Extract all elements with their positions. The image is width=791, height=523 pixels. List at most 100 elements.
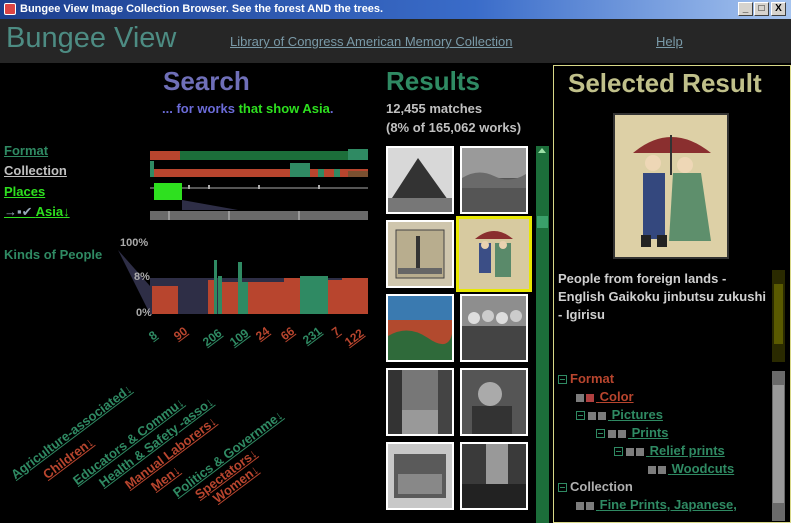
tree-item-prints[interactable]: Prints: [596, 425, 668, 440]
tree-item-label: Prints: [631, 425, 669, 440]
help-link[interactable]: Help: [656, 34, 683, 49]
asia-path-icon: →▪✔: [4, 204, 33, 219]
checkbox-icon[interactable]: [576, 393, 584, 402]
thumbnail-image: [462, 148, 526, 212]
checkbox-icon[interactable]: [636, 447, 644, 456]
result-thumbnail[interactable]: [460, 442, 528, 510]
results-count: 12,455 matches: [386, 101, 483, 116]
count-label: 206: [200, 325, 225, 350]
histogram-bar[interactable]: [218, 276, 222, 314]
tree-item-label: Color: [599, 389, 634, 404]
histogram-bar[interactable]: [242, 282, 248, 314]
result-thumbnail[interactable]: [460, 146, 528, 214]
results-scrollbar[interactable]: [536, 146, 549, 523]
histogram-bar[interactable]: [248, 282, 284, 314]
places-bar-selected: [154, 183, 182, 200]
tree-item-pictures[interactable]: Pictures: [576, 407, 663, 422]
result-thumbnail[interactable]: [386, 146, 454, 214]
result-thumbnail[interactable]: [386, 368, 454, 436]
tree-scrollbar[interactable]: [772, 371, 785, 521]
result-thumbnail[interactable]: [460, 294, 528, 362]
format-bar-segment: [150, 151, 180, 160]
facet-asia[interactable]: →▪✔ Asia↓: [4, 204, 70, 220]
tree-toggle-icon[interactable]: [558, 375, 567, 385]
result-thumbnail[interactable]: [386, 220, 454, 288]
asia-bar-tick: [298, 211, 300, 220]
places-bar-tick: [258, 185, 260, 189]
minimize-button[interactable]: _: [738, 2, 753, 16]
checkbox-icon[interactable]: [618, 429, 626, 438]
histogram-bar[interactable]: [178, 282, 208, 314]
tree-item-collection[interactable]: Collection: [558, 479, 633, 494]
result-thumbnail[interactable]: [386, 442, 454, 510]
checkbox-icon[interactable]: [576, 501, 584, 510]
tree-scrollbar-thumb[interactable]: [773, 385, 784, 503]
description-scrollbar-thumb[interactable]: [774, 284, 783, 344]
histogram-bar[interactable]: [342, 278, 368, 314]
count-label: 8: [146, 327, 160, 344]
tree-toggle-icon[interactable]: [614, 447, 623, 457]
tree-item-woodcuts[interactable]: Woodcuts: [648, 461, 734, 476]
facet-places[interactable]: Places: [4, 184, 45, 199]
tree-item-fine-prints[interactable]: Fine Prints, Japanese,: [576, 497, 737, 512]
checkbox-icon[interactable]: [648, 465, 656, 474]
histogram-bar[interactable]: [328, 280, 342, 314]
app-title: Bungee View: [6, 22, 177, 54]
asia-bar-tick: [228, 211, 230, 220]
down-arrow-icon: ↓: [63, 204, 70, 219]
histogram-bar[interactable]: [222, 282, 238, 314]
thumbnail-image: [388, 148, 452, 212]
collection-bar-segment: [348, 171, 368, 177]
collection-link[interactable]: Library of Congress American Memory Coll…: [230, 34, 513, 49]
description-scrollbar[interactable]: [772, 270, 785, 362]
thumbnail-image: [462, 444, 526, 508]
checkbox-icon[interactable]: [608, 429, 616, 438]
result-thumbnail[interactable]: [460, 368, 528, 436]
checkbox-icon[interactable]: [586, 501, 594, 510]
scroll-up-icon[interactable]: [538, 148, 546, 153]
kinds-histogram[interactable]: 100% 8% 0%: [118, 236, 370, 326]
histogram-bar[interactable]: [284, 278, 300, 314]
histogram-bar[interactable]: [214, 260, 217, 314]
results-heading: Results: [386, 66, 480, 96]
collection-bar-segment: [318, 169, 324, 177]
result-thumbnail-selected[interactable]: [456, 216, 532, 292]
histogram-bar[interactable]: [300, 276, 328, 314]
axis-label-0: 0%: [136, 307, 152, 319]
places-bar-tick: [208, 185, 210, 189]
checkbox-icon[interactable]: [588, 411, 596, 420]
selected-image[interactable]: [613, 113, 729, 259]
close-button[interactable]: X: [771, 2, 786, 16]
tree-toggle-icon[interactable]: [596, 429, 605, 439]
thumbnail-image: [459, 219, 529, 289]
app-header: Bungee View Library of Congress American…: [0, 19, 791, 63]
tree-item-label: Format: [570, 371, 615, 386]
asia-bar[interactable]: [150, 211, 368, 220]
tree-toggle-icon[interactable]: [576, 411, 585, 421]
collection-bar-segment: [150, 161, 154, 177]
places-zoom-wedge: [182, 200, 238, 210]
tree-toggle-icon[interactable]: [558, 483, 567, 493]
checkbox-icon[interactable]: [658, 465, 666, 474]
tree-item-label: Fine Prints, Japanese,: [599, 497, 737, 512]
checkbox-icon[interactable]: [586, 393, 594, 402]
kinds-of-people-label[interactable]: Kinds of People: [4, 247, 102, 262]
thumbnail-image: [462, 370, 526, 434]
tree-item-relief-prints[interactable]: Relief prints: [614, 443, 725, 458]
scrollbar-thumb[interactable]: [537, 216, 548, 228]
axis-label-8: 8%: [134, 271, 150, 283]
histogram-bar[interactable]: [152, 286, 178, 314]
facet-bars[interactable]: [148, 147, 370, 223]
count-label: 7: [329, 323, 343, 340]
facet-collection[interactable]: Collection: [4, 163, 67, 178]
tree-item-color[interactable]: Color: [576, 389, 634, 404]
tree-item-format[interactable]: Format: [558, 371, 614, 386]
checkbox-icon[interactable]: [598, 411, 606, 420]
format-bar[interactable]: [150, 151, 368, 160]
histogram-bar[interactable]: [238, 262, 242, 314]
checkbox-icon[interactable]: [626, 447, 634, 456]
facet-format[interactable]: Format: [4, 143, 48, 158]
maximize-button[interactable]: □: [754, 2, 769, 16]
window-titlebar: Bungee View Image Collection Browser. Se…: [0, 0, 791, 19]
result-thumbnail[interactable]: [386, 294, 454, 362]
